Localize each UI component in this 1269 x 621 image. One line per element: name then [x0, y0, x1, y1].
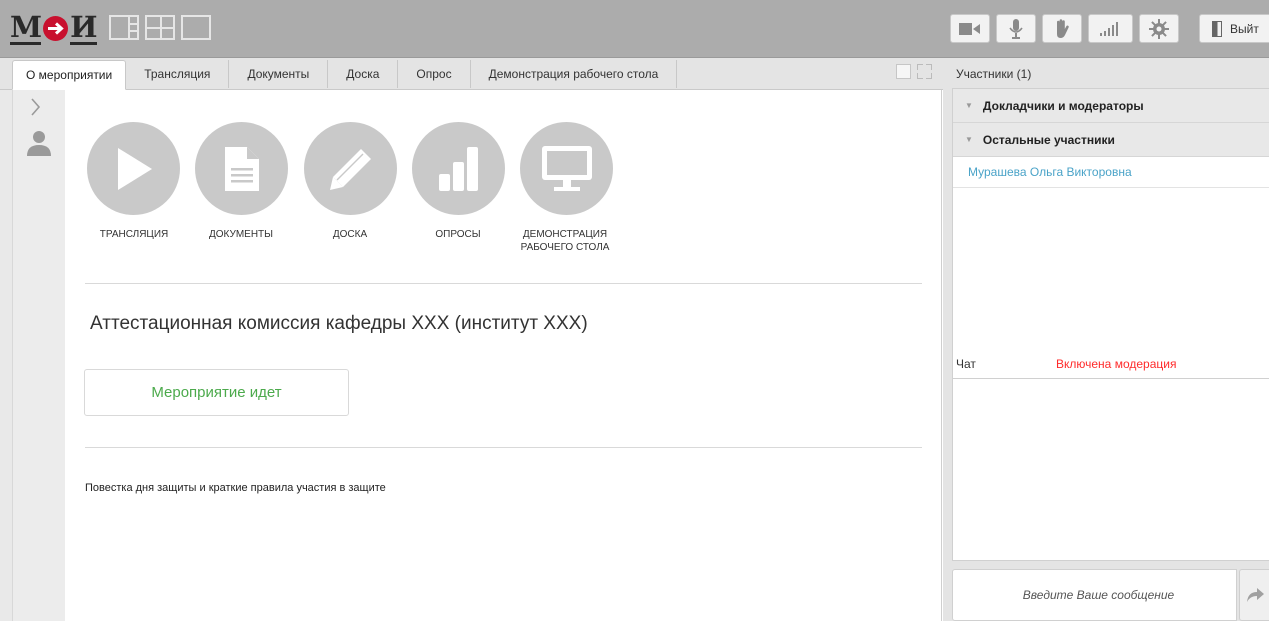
participants-list: ▼ Докладчики и модераторы ▼ Остальные уч…: [952, 88, 1269, 399]
left-sidebar-inner: [12, 90, 65, 621]
exit-label: Выйт: [1230, 21, 1259, 36]
exit-button[interactable]: Выйт: [1199, 14, 1269, 43]
hand-icon: [1057, 18, 1069, 38]
group-other-participants[interactable]: ▼ Остальные участники: [953, 123, 1269, 157]
module-label-polls: ОПРОСЫ: [435, 229, 481, 240]
group-label: Докладчики и модераторы: [982, 98, 1144, 113]
send-message-button[interactable]: [1239, 569, 1269, 621]
event-title: Аттестационная комиссия кафедры XXX (инс…: [90, 313, 588, 334]
agenda-link[interactable]: Повестка дня защиты и краткие правила уч…: [85, 482, 386, 494]
group-label: Остальные участники: [982, 132, 1115, 147]
signal-icon: [1099, 21, 1118, 36]
participant-item[interactable]: Мурашева Ольга Викторовна: [953, 157, 1269, 188]
logo-letter-i: И: [70, 9, 98, 45]
logo-letter-m: М: [10, 9, 42, 45]
tab-bar: О мероприятии Трансляция Документы Доска…: [0, 58, 943, 90]
participants-title: Участники (1): [956, 67, 1032, 81]
fullscreen-icon[interactable]: [917, 64, 932, 79]
tab-about-event[interactable]: О мероприятии: [12, 60, 127, 90]
collapse-triangle-icon: ▼: [965, 101, 973, 110]
layout-single-icon[interactable]: [181, 15, 211, 40]
tab-tools: [896, 64, 932, 79]
play-icon: [117, 147, 152, 190]
moderation-status: Включена модерация: [1056, 357, 1177, 371]
chat-message-input[interactable]: Введите Ваше сообщение: [952, 569, 1237, 621]
module-board-button[interactable]: [304, 122, 397, 215]
media-toolbar: [950, 14, 1179, 43]
door-icon: [1212, 20, 1222, 37]
logo: М И: [10, 9, 98, 45]
divider: [85, 447, 922, 448]
left-sidebar: [0, 90, 65, 621]
chevron-right-icon[interactable]: [31, 98, 41, 116]
tab-board[interactable]: Доска: [328, 60, 399, 88]
tab-screen-share[interactable]: Демонстрация рабочего стола: [470, 60, 678, 88]
module-label-broadcast: ТРАНСЛЯЦИЯ: [99, 229, 169, 240]
module-polls-button[interactable]: [412, 122, 505, 215]
divider: [85, 283, 922, 284]
module-broadcast-button[interactable]: [87, 122, 180, 215]
logo-emblem-icon: [43, 15, 69, 41]
module-screen-share-button[interactable]: [520, 122, 613, 215]
module-documents-button[interactable]: [195, 122, 288, 215]
camera-icon: [959, 22, 980, 35]
tab-broadcast[interactable]: Трансляция: [126, 60, 230, 88]
module-label-board: ДОСКА: [332, 229, 368, 240]
connection-quality-button[interactable]: [1088, 14, 1133, 43]
tabs: О мероприятии Трансляция Документы Доска…: [12, 60, 678, 90]
document-icon: [224, 146, 259, 191]
group-speakers-moderators[interactable]: ▼ Докладчики и модераторы: [953, 89, 1269, 123]
event-status-badge: Мероприятие идет: [84, 369, 349, 416]
user-icon[interactable]: [26, 130, 52, 156]
camera-button[interactable]: [950, 14, 990, 43]
monitor-icon: [541, 145, 592, 191]
microphone-button[interactable]: [996, 14, 1036, 43]
right-sidebar: Участники (1) ▼ Докладчики и модераторы …: [943, 58, 1269, 621]
layout-one-icon[interactable]: [109, 15, 139, 40]
window-mode-icon[interactable]: [896, 64, 911, 79]
settings-button[interactable]: [1139, 14, 1179, 43]
module-label-screen-share: ДЕМОНСТРАЦИЯ РАБОЧЕГО СТОЛА: [520, 229, 610, 253]
chat-messages[interactable]: [952, 378, 1269, 561]
raise-hand-button[interactable]: [1042, 14, 1082, 43]
module-label-documents: ДОКУМЕНТЫ: [208, 229, 274, 240]
chat-title: Чат: [956, 357, 976, 371]
tab-poll[interactable]: Опрос: [398, 60, 471, 88]
microphone-icon: [1009, 18, 1023, 39]
top-bar: М И Выйт: [0, 0, 1269, 58]
collapse-triangle-icon: ▼: [965, 135, 973, 144]
layout-switcher: [109, 15, 211, 40]
pencil-icon: [329, 148, 371, 190]
gear-icon: [1149, 18, 1169, 39]
tab-documents[interactable]: Документы: [229, 60, 329, 88]
bar-chart-icon: [438, 146, 478, 191]
send-arrow-icon: [1246, 588, 1264, 602]
layout-grid-icon[interactable]: [145, 15, 175, 40]
